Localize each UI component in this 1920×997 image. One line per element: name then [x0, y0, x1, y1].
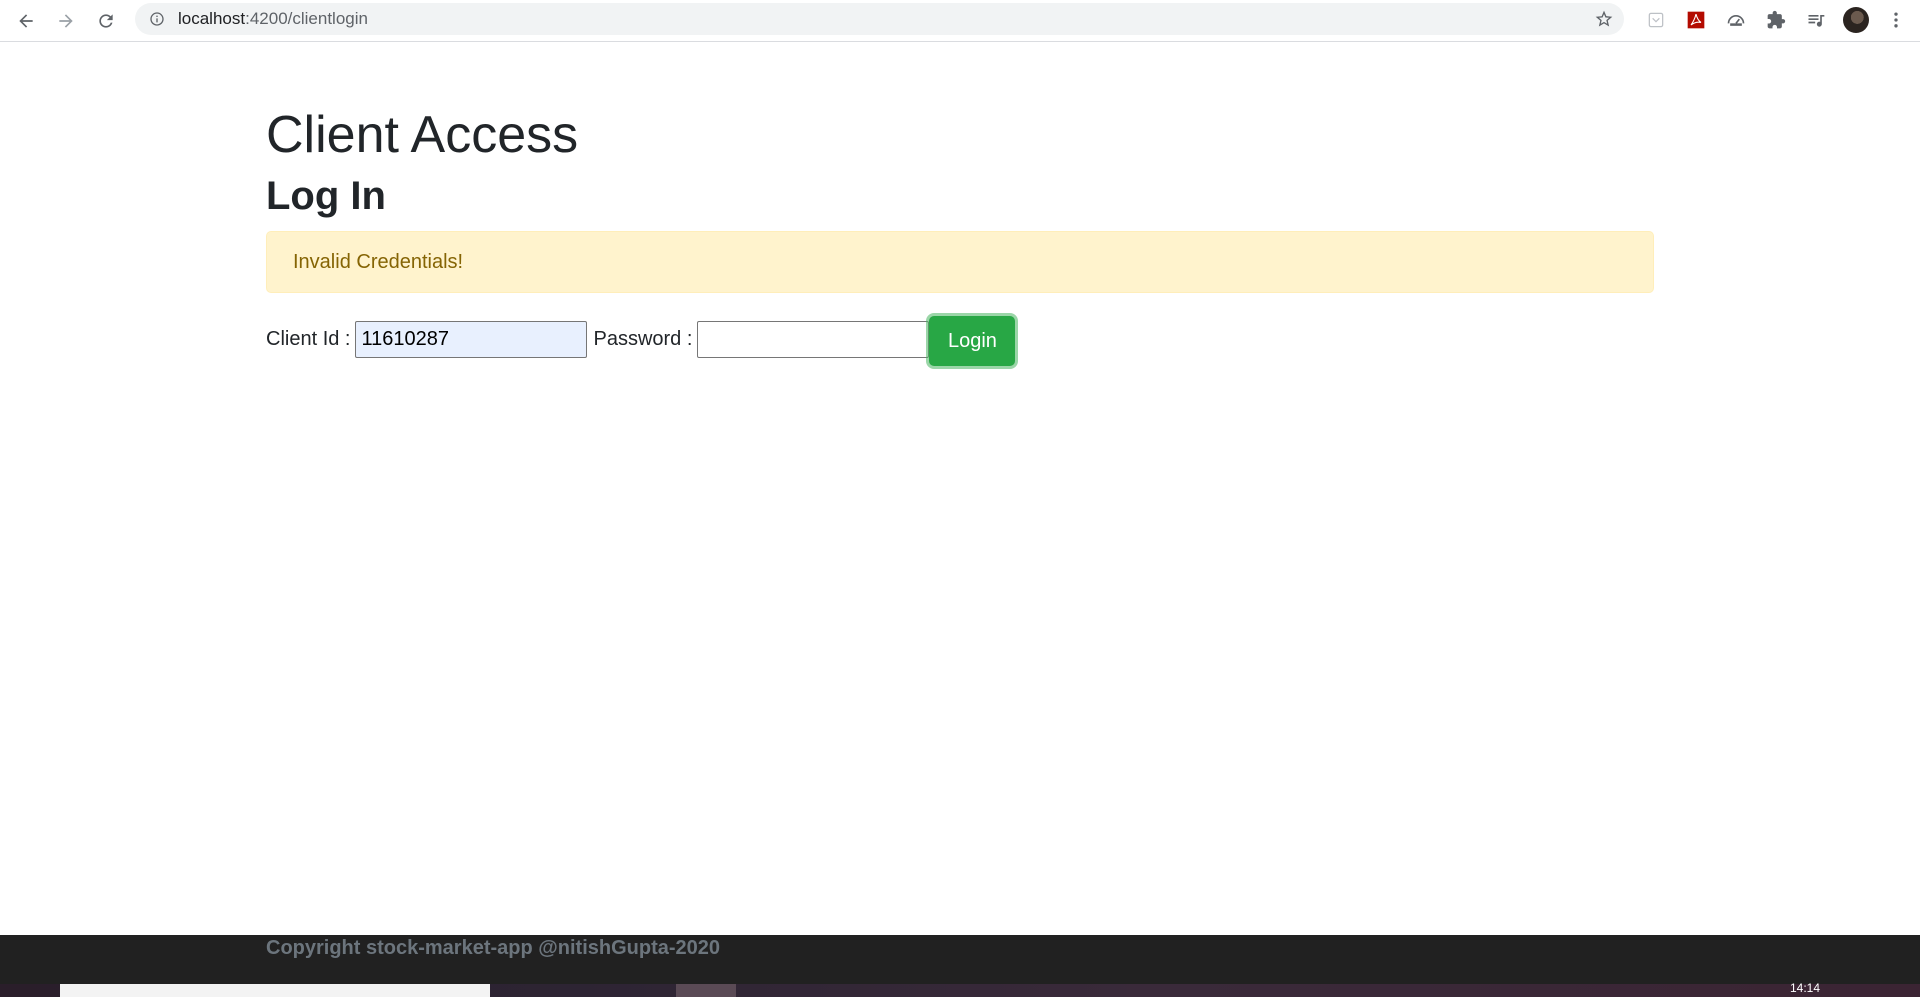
back-arrow-icon — [19, 13, 33, 28]
client-id-input[interactable]: 11610287 — [355, 320, 588, 358]
page-footer: Copyright stock-market-app @nitishGupta-… — [0, 935, 1920, 984]
avatar — [1843, 7, 1869, 33]
page-subtitle: Log In — [266, 174, 386, 218]
url-host: localhost — [178, 9, 246, 28]
media-playlist-icon — [1808, 15, 1825, 27]
taskbar-search-box[interactable] — [60, 984, 490, 997]
info-icon[interactable] — [149, 11, 165, 27]
profile-button[interactable] — [1836, 4, 1876, 36]
taskbar-app-button[interactable] — [676, 984, 736, 997]
acrobat-icon — [1687, 11, 1705, 29]
puzzle-icon — [1767, 10, 1786, 29]
reload-icon — [99, 13, 113, 28]
forward-button[interactable] — [46, 3, 86, 39]
back-button[interactable] — [6, 3, 46, 39]
copyright-text: Copyright stock-market-app @nitishGupta-… — [266, 937, 721, 959]
client-id-label: Client Id : — [266, 327, 351, 350]
login-button[interactable]: Login — [929, 316, 1016, 366]
speedometer-icon — [1727, 15, 1745, 26]
pocket-icon — [1648, 12, 1664, 28]
star-icon[interactable] — [1594, 9, 1614, 29]
extension-pocket[interactable] — [1636, 4, 1676, 36]
forward-arrow-icon — [59, 13, 73, 28]
address-bar[interactable]: localhost:4200/clientlogin — [135, 3, 1624, 35]
url-path: :4200/clientlogin — [245, 9, 368, 28]
extension-acrobat[interactable] — [1676, 4, 1716, 36]
kebab-menu-icon — [1894, 12, 1898, 28]
browser-toolbar: localhost:4200/clientlogin — [0, 0, 1920, 42]
url-text: localhost:4200/clientlogin — [178, 9, 368, 29]
taskbar-clock: 14:14 — [1790, 981, 1821, 995]
extension-speedometer[interactable] — [1716, 4, 1756, 36]
extensions-tray — [1636, 4, 1916, 36]
os-taskbar: 14:14 — [0, 981, 1920, 997]
password-label: Password : — [593, 327, 693, 350]
reload-button[interactable] — [86, 3, 126, 39]
login-form: Client Id : 11610287 Password : Login — [266, 314, 1016, 366]
alert-text: Invalid Credentials! — [293, 251, 464, 273]
password-input[interactable] — [697, 320, 930, 358]
page-title: Client Access — [266, 106, 579, 164]
extension-media[interactable] — [1796, 4, 1836, 36]
extension-puzzle[interactable] — [1756, 4, 1796, 36]
error-alert: Invalid Credentials! — [266, 231, 1654, 293]
browser-menu-button[interactable] — [1876, 4, 1916, 36]
